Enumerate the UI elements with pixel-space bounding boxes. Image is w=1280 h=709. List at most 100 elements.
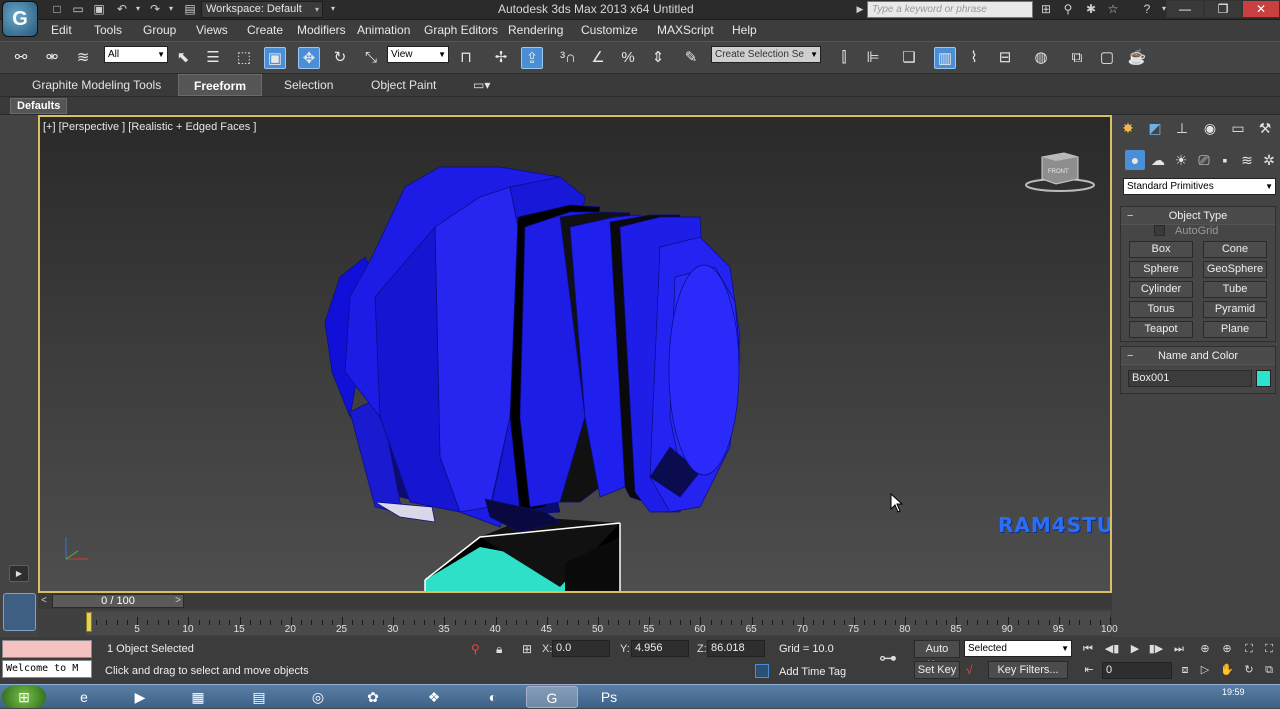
motion-tab-icon[interactable]: ◉: [1200, 118, 1220, 138]
orbit-icon[interactable]: ↻: [1240, 662, 1258, 678]
start-button[interactable]: ⊞: [2, 686, 46, 708]
unlink-icon[interactable]: ⚮: [41, 47, 63, 69]
spinner-snap-icon[interactable]: ⇕: [647, 47, 669, 69]
auto-key-button[interactable]: Auto Key: [914, 640, 960, 671]
absolute-mode-icon[interactable]: ⊞: [522, 642, 532, 656]
menu-help[interactable]: Help: [732, 23, 757, 37]
shapes-icon[interactable]: ☁: [1148, 150, 1168, 170]
utilities-tab-icon[interactable]: ⚒: [1255, 118, 1275, 138]
set-key-button[interactable]: Set Key: [914, 661, 960, 679]
zoom-extents-icon[interactable]: ⛶: [1240, 641, 1258, 657]
search-input[interactable]: Type a keyword or phrase: [867, 1, 1033, 18]
selection-lock-icon[interactable]: 🔒︎: [496, 642, 502, 657]
select-and-move-icon[interactable]: ✥: [298, 47, 320, 69]
space-warps-icon[interactable]: ≋: [1237, 150, 1257, 170]
workspace-dropdown[interactable]: Workspace: Default ▾: [201, 1, 323, 18]
torus-button[interactable]: Torus: [1129, 301, 1193, 318]
create-tab-icon[interactable]: ✸: [1118, 118, 1138, 138]
current-time-marker[interactable]: [86, 612, 92, 632]
3ds-max-taskbar-icon[interactable]: G: [526, 686, 578, 708]
menu-edit[interactable]: Edit: [51, 23, 72, 37]
sphere-button[interactable]: Sphere: [1129, 261, 1193, 278]
menu-create[interactable]: Create: [247, 23, 283, 37]
angle-snap-icon[interactable]: ∠: [587, 47, 609, 69]
zoom-icon[interactable]: ⊕: [1196, 641, 1214, 657]
maxscript-listener-field[interactable]: Welcome to M: [2, 660, 92, 678]
select-manipulate-icon[interactable]: ✢: [490, 47, 512, 69]
go-to-end-icon[interactable]: ⏭: [1170, 641, 1188, 657]
current-frame-field[interactable]: 0: [1102, 662, 1172, 679]
track-bar[interactable]: 5 10 15 20 25 30 35 40 45 50 55 60 65 70 75 80 85 90 95 100: [38, 609, 1118, 637]
plane-button[interactable]: Plane: [1203, 321, 1267, 338]
binoculars-icon[interactable]: ⊞: [1039, 2, 1053, 16]
cameras-icon[interactable]: ⎚: [1194, 150, 1214, 170]
ribbon-options-icon[interactable]: ▭▾: [463, 74, 500, 96]
pivot-center-icon[interactable]: ⊓: [455, 47, 477, 69]
curve-editor-icon[interactable]: ⌇: [963, 47, 985, 69]
lights-icon[interactable]: ☀: [1171, 150, 1191, 170]
quick-access-dropdown-icon[interactable]: ▾: [326, 2, 340, 16]
previous-frame-icon[interactable]: ◀▮: [1103, 641, 1121, 657]
name-and-color-header[interactable]: − Name and Color: [1121, 347, 1275, 365]
select-and-rotate-icon[interactable]: ↻: [329, 47, 351, 69]
app-icon-4[interactable]: ◐: [467, 686, 519, 708]
perspective-viewport[interactable]: [+] [Perspective ] [Realistic + Edged Fa…: [38, 115, 1112, 593]
play-icon[interactable]: ▶: [1126, 641, 1144, 657]
chrome-icon[interactable]: ◎: [292, 686, 344, 708]
edit-named-selection-icon[interactable]: ✎: [680, 47, 702, 69]
percent-snap-icon[interactable]: %: [617, 47, 639, 69]
display-tab-icon[interactable]: ▭: [1228, 118, 1248, 138]
reference-coordinate-dropdown[interactable]: View ▼: [387, 46, 449, 63]
menu-customize[interactable]: Customize: [581, 23, 638, 37]
object-category-dropdown[interactable]: Standard Primitives ▼: [1123, 178, 1276, 195]
next-frame-icon[interactable]: ▮▶: [1147, 641, 1165, 657]
helpers-icon[interactable]: ▪: [1215, 150, 1235, 170]
selection-filter-dropdown[interactable]: All ▼: [104, 46, 168, 63]
rectangular-selection-icon[interactable]: ⬚: [233, 47, 255, 69]
key-mode-selection-dropdown[interactable]: Selected ▼: [964, 640, 1072, 657]
field-of-view-icon[interactable]: ▷: [1196, 662, 1214, 678]
cylinder-button[interactable]: Cylinder: [1129, 281, 1193, 298]
menu-views[interactable]: Views: [196, 23, 228, 37]
window-crossing-icon[interactable]: ▣: [264, 47, 286, 69]
minimize-button[interactable]: —: [1166, 0, 1204, 18]
redo-icon[interactable]: ↷: [148, 2, 162, 16]
graphite-toggle-icon[interactable]: ▥: [934, 47, 956, 69]
snaps-toggle-icon[interactable]: ³∩: [557, 47, 579, 69]
y-coordinate-field[interactable]: 4.956: [631, 640, 689, 657]
internet-explorer-icon[interactable]: e: [58, 686, 110, 708]
object-color-swatch[interactable]: [1256, 370, 1271, 387]
tube-button[interactable]: Tube: [1203, 281, 1267, 298]
media-player-icon[interactable]: ▶: [114, 686, 166, 708]
tab-selection[interactable]: Selection: [274, 74, 343, 96]
maximize-viewport-icon[interactable]: ⧉: [1260, 662, 1278, 678]
select-by-name-icon[interactable]: ☰: [202, 47, 224, 69]
add-time-tag-button[interactable]: Add Time Tag: [779, 666, 846, 678]
select-object-icon[interactable]: ⬉: [172, 47, 194, 69]
key-search-icon[interactable]: ⚲: [1061, 2, 1075, 16]
app-logo-icon[interactable]: G: [2, 1, 38, 37]
menu-modifiers[interactable]: Modifiers: [297, 23, 346, 37]
zoom-all-icon[interactable]: ⊕: [1218, 641, 1236, 657]
create-selection-set-dropdown[interactable]: Create Selection Se ▼: [711, 46, 821, 63]
menu-rendering[interactable]: Rendering: [508, 23, 563, 37]
isolate-selection-icon[interactable]: ⚲: [471, 642, 480, 656]
modify-tab-icon[interactable]: ◩: [1145, 118, 1165, 138]
menu-maxscript[interactable]: MAXScript: [657, 23, 714, 37]
undo-icon[interactable]: ↶: [115, 2, 129, 16]
x-coordinate-field[interactable]: 0.0: [552, 640, 610, 657]
key-icon[interactable]: ⊶: [879, 648, 897, 669]
app-icon-3[interactable]: ❖: [408, 686, 460, 708]
app-icon-1[interactable]: ▦: [172, 686, 224, 708]
menu-animation[interactable]: Animation: [357, 23, 410, 37]
photoshop-icon[interactable]: Ps: [583, 686, 635, 708]
tab-graphite-modeling-tools[interactable]: Graphite Modeling Tools: [22, 74, 171, 96]
go-to-start-icon[interactable]: ⏮: [1079, 641, 1097, 657]
render-production-icon[interactable]: ☕: [1126, 47, 1148, 69]
cone-button[interactable]: Cone: [1203, 241, 1267, 258]
select-and-link-icon[interactable]: ⚯: [10, 47, 32, 69]
select-and-scale-icon[interactable]: ⤡: [360, 47, 382, 69]
undo-dropdown-icon[interactable]: ▾: [131, 2, 145, 16]
maxscript-listener-pink[interactable]: [2, 640, 92, 658]
material-editor-icon[interactable]: ◍: [1030, 47, 1052, 69]
